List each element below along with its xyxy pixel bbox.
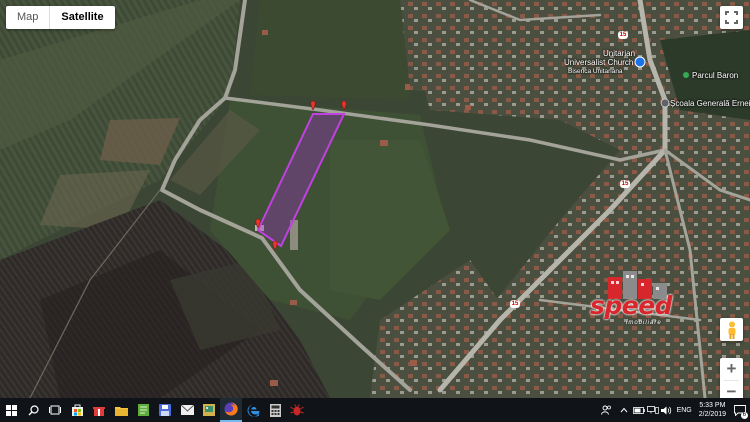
system-tray: ENG 5:33 PM 2/2/2019 6 [598, 398, 750, 422]
gift-icon [93, 407, 105, 416]
clock[interactable]: 5:33 PM 2/2/2019 [699, 401, 726, 419]
file-explorer-icon [114, 406, 128, 416]
task-view-icon [49, 405, 61, 415]
church-label-line3: Biserica Unitariana [568, 68, 623, 75]
notepad-button[interactable] [132, 398, 154, 422]
route-badge-2: 15 [620, 180, 630, 188]
action-center-button[interactable]: 6 [730, 398, 750, 422]
volume-icon [661, 406, 672, 414]
save-button[interactable] [154, 398, 176, 422]
pegman-icon [728, 321, 735, 339]
school-label: Școala Generală Ernei [670, 99, 750, 108]
file-explorer-button[interactable] [110, 398, 132, 422]
chevron-up-icon [620, 407, 627, 413]
volume-button[interactable] [660, 398, 674, 422]
battery-icon [632, 406, 645, 414]
church-label-line2: Universalist Church [564, 58, 634, 67]
clock-time: 5:33 PM [699, 402, 726, 409]
cockroach-app-button[interactable] [286, 398, 308, 422]
network-button[interactable] [646, 398, 660, 422]
street-view-pegman-button[interactable] [720, 318, 743, 341]
tray-overflow-button[interactable] [616, 398, 632, 422]
search-icon [28, 404, 39, 415]
network-icon [646, 406, 659, 414]
windows-taskbar: ENG 5:33 PM 2/2/2019 6 [0, 398, 750, 422]
firefox-icon [224, 402, 238, 416]
church-pin-icon [634, 56, 646, 68]
mail-icon [180, 405, 194, 415]
task-view-button[interactable] [44, 398, 66, 422]
map-type-satellite-button[interactable]: Satellite [49, 6, 114, 29]
map-type-control: Map Satellite [6, 6, 115, 29]
start-button[interactable] [0, 398, 22, 422]
edge-button[interactable] [242, 398, 264, 422]
store-button[interactable] [66, 398, 88, 422]
notepad-icon [137, 404, 149, 416]
zoom-out-button[interactable]: − [720, 381, 743, 398]
save-icon [159, 404, 171, 416]
calculator-icon [269, 403, 281, 417]
firefox-button[interactable] [220, 398, 242, 422]
school-pin-icon [660, 98, 670, 108]
cockroach-icon [290, 403, 304, 415]
speed-imobiliare-logo: speed imobiliare [586, 269, 686, 331]
zoom-in-button[interactable]: + [720, 358, 743, 380]
people-icon [601, 405, 611, 415]
battery-button[interactable] [632, 398, 646, 422]
route-badge-3: 15 [510, 300, 520, 308]
start-icon [5, 404, 17, 416]
store-icon [71, 404, 83, 416]
park-label: Parcul Baron [692, 71, 739, 80]
logo-brand-text: speed [590, 291, 673, 320]
search-button[interactable] [22, 398, 44, 422]
map-type-map-button[interactable]: Map [6, 6, 49, 29]
language-indicator[interactable]: ENG [674, 407, 695, 414]
fullscreen-icon [725, 11, 738, 24]
satellite-map[interactable]: Unitarian Universalist Church Biserica U… [0, 0, 750, 398]
calculator-button[interactable] [264, 398, 286, 422]
gift-button[interactable] [88, 398, 110, 422]
fullscreen-button[interactable] [720, 6, 743, 29]
zoom-control: + − [720, 358, 743, 398]
mail-button[interactable] [176, 398, 198, 422]
notification-count-badge: 6 [740, 412, 748, 419]
route-badge-1: 15 [618, 31, 628, 39]
church-label-line1: Unitarian [603, 49, 636, 58]
photos-icon [203, 404, 215, 416]
satellite-imagery [0, 0, 750, 398]
clock-date: 2/2/2019 [698, 411, 726, 418]
people-button[interactable] [598, 398, 616, 422]
photos-button[interactable] [198, 398, 220, 422]
park-pin-icon [683, 72, 689, 78]
logo-tagline-text: imobiliare [626, 320, 662, 326]
edge-icon [247, 404, 259, 416]
